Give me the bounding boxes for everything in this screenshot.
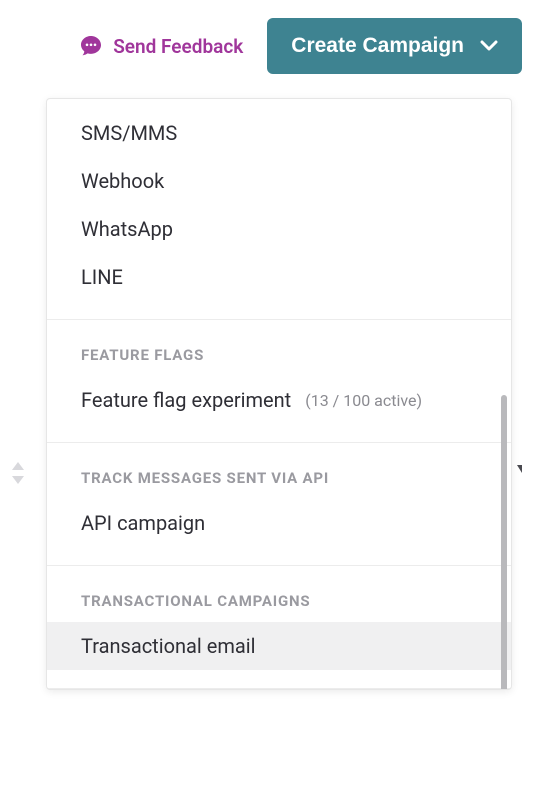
chat-dots-icon (79, 34, 103, 58)
menu-item-label: Feature flag experiment (81, 388, 291, 412)
menu-item-label: API campaign (81, 511, 205, 535)
send-feedback-link[interactable]: Send Feedback (79, 34, 243, 58)
sort-icon[interactable] (10, 462, 26, 484)
menu-item-api-campaign[interactable]: API campaign (47, 499, 511, 547)
feedback-label: Send Feedback (113, 35, 243, 58)
section-header-transactional: TRANSACTIONAL CAMPAIGNS (47, 582, 511, 622)
menu-item-label: Webhook (81, 169, 164, 193)
section-header-api: TRACK MESSAGES SENT VIA API (47, 459, 511, 499)
chevron-down-icon (480, 40, 498, 52)
section-header-feature-flags: FEATURE FLAGS (47, 336, 511, 376)
menu-item-label: Transactional email (81, 634, 256, 658)
api-section: TRACK MESSAGES SENT VIA API API campaign (47, 443, 511, 566)
menu-item-webhook[interactable]: Webhook (47, 157, 511, 205)
create-campaign-button[interactable]: Create Campaign (267, 18, 522, 74)
channels-section: SMS/MMS Webhook WhatsApp LINE (47, 99, 511, 320)
create-campaign-label: Create Campaign (291, 34, 464, 58)
dropdown-indicator-icon (517, 465, 522, 473)
menu-item-label: SMS/MMS (81, 121, 177, 145)
menu-item-label: LINE (81, 265, 123, 289)
create-campaign-dropdown: SMS/MMS Webhook WhatsApp LINE FEATURE FL… (46, 98, 512, 690)
dropdown-scrollbar[interactable] (501, 395, 507, 690)
menu-item-feature-flag-experiment[interactable]: Feature flag experiment (13 / 100 active… (47, 376, 511, 424)
feature-flags-section: FEATURE FLAGS Feature flag experiment (1… (47, 320, 511, 443)
feature-flag-count: (13 / 100 active) (305, 391, 422, 410)
menu-item-line[interactable]: LINE (47, 253, 511, 301)
menu-item-sms-mms[interactable]: SMS/MMS (47, 109, 511, 157)
transactional-section: TRANSACTIONAL CAMPAIGNS Transactional em… (47, 566, 511, 689)
menu-item-whatsapp[interactable]: WhatsApp (47, 205, 511, 253)
menu-item-label: WhatsApp (81, 217, 173, 241)
menu-item-transactional-email[interactable]: Transactional email (47, 622, 511, 670)
top-bar: Send Feedback Create Campaign (0, 0, 534, 74)
